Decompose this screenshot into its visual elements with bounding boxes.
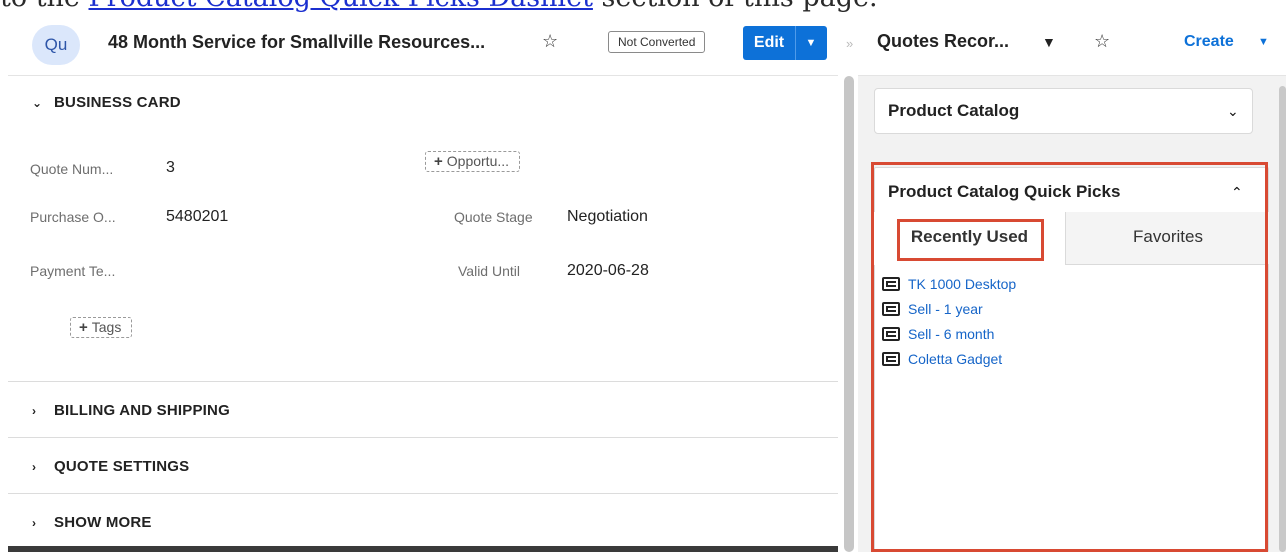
field-label-quote-stage: Quote Stage [454, 209, 533, 225]
divider [8, 437, 838, 438]
field-value-quote-stage[interactable]: Negotiation [567, 208, 648, 226]
field-value-quote-number[interactable]: 3 [166, 159, 175, 177]
field-label-payment-terms: Payment Te... [30, 263, 116, 279]
favorite-star-icon[interactable]: ☆ [542, 31, 558, 52]
dashboard-caret-down-icon[interactable]: ▼ [1042, 34, 1056, 50]
chevron-right-icon: › [32, 460, 37, 474]
footer-bar [8, 546, 838, 552]
document-text-strip: to the Product Catalog Quick Picks Dashl… [0, 0, 1286, 12]
field-label-purchase-order: Purchase O... [30, 209, 116, 225]
panel-header-business-card[interactable]: ⌄ BUSINESS CARD [8, 94, 838, 111]
dashboard-title[interactable]: Quotes Recor... [877, 31, 1009, 52]
dashboard-header: Quotes Recor... ▼ ☆ Create ▼ [858, 12, 1286, 76]
field-value-valid-until[interactable]: 2020-06-28 [567, 262, 649, 280]
opportunity-add-pill[interactable]: + Opportu... [425, 151, 521, 172]
field-label-valid-until: Valid Until [458, 263, 520, 279]
record-view: Qu 48 Month Service for Smallville Resou… [8, 12, 838, 552]
doc-text-before: to the [0, 0, 89, 12]
panel-title: SHOW MORE [54, 514, 152, 531]
panel-header-show-more[interactable]: › SHOW MORE [8, 514, 838, 531]
panel-title: BILLING AND SHIPPING [54, 402, 230, 419]
edit-button-group: Edit ▼ [743, 26, 827, 60]
dashlet-title: Product Catalog [888, 101, 1020, 120]
create-button-group: Create ▼ [1174, 28, 1286, 60]
doc-text-after: section of this page. [593, 0, 878, 12]
record-title: 48 Month Service for Smallville Resource… [108, 32, 486, 52]
plus-icon: + [434, 153, 443, 170]
chevron-right-icon: › [32, 404, 37, 418]
chevron-down-icon: ⌄ [32, 96, 43, 110]
edit-actions-caret-down-icon[interactable]: ▼ [795, 26, 827, 60]
divider [8, 493, 838, 494]
record-header: Qu 48 Month Service for Smallville Resou… [8, 12, 838, 76]
panel-header-billing-shipping[interactable]: › BILLING AND SHIPPING [8, 402, 838, 419]
product-catalog-dashlet[interactable]: Product Catalog ⌄ [874, 88, 1253, 134]
dashboard-pane: Quotes Recor... ▼ ☆ Create ▼ Product Cat… [858, 12, 1286, 552]
panel-title: QUOTE SETTINGS [54, 458, 190, 475]
module-avatar: Qu [32, 25, 80, 65]
dashboard-favorite-star-icon[interactable]: ☆ [1094, 31, 1110, 52]
panel-header-quote-settings[interactable]: › QUOTE SETTINGS [8, 458, 838, 475]
dashboard-scrollbar[interactable] [1279, 86, 1286, 552]
record-scrollbar[interactable] [844, 76, 854, 552]
plus-icon: + [79, 319, 88, 336]
chevron-down-icon[interactable]: ⌄ [1227, 103, 1239, 120]
divider [8, 381, 838, 382]
status-badge: Not Converted [608, 31, 706, 53]
chevron-right-icon: › [32, 516, 37, 530]
collapse-arrows-icon[interactable]: » [846, 36, 853, 51]
tags-add-pill[interactable]: + Tags [70, 317, 133, 338]
field-label-quote-number: Quote Num... [30, 161, 114, 177]
field-value-purchase-order[interactable]: 5480201 [166, 208, 228, 226]
panel-title: BUSINESS CARD [54, 94, 181, 111]
create-caret-down-icon[interactable]: ▼ [1258, 36, 1269, 48]
edit-button[interactable]: Edit [743, 26, 795, 60]
doc-link[interactable]: Product Catalog Quick Picks Dashlet [89, 0, 593, 12]
create-button[interactable]: Create [1184, 33, 1234, 51]
annotation-highlight-tab [897, 219, 1044, 261]
